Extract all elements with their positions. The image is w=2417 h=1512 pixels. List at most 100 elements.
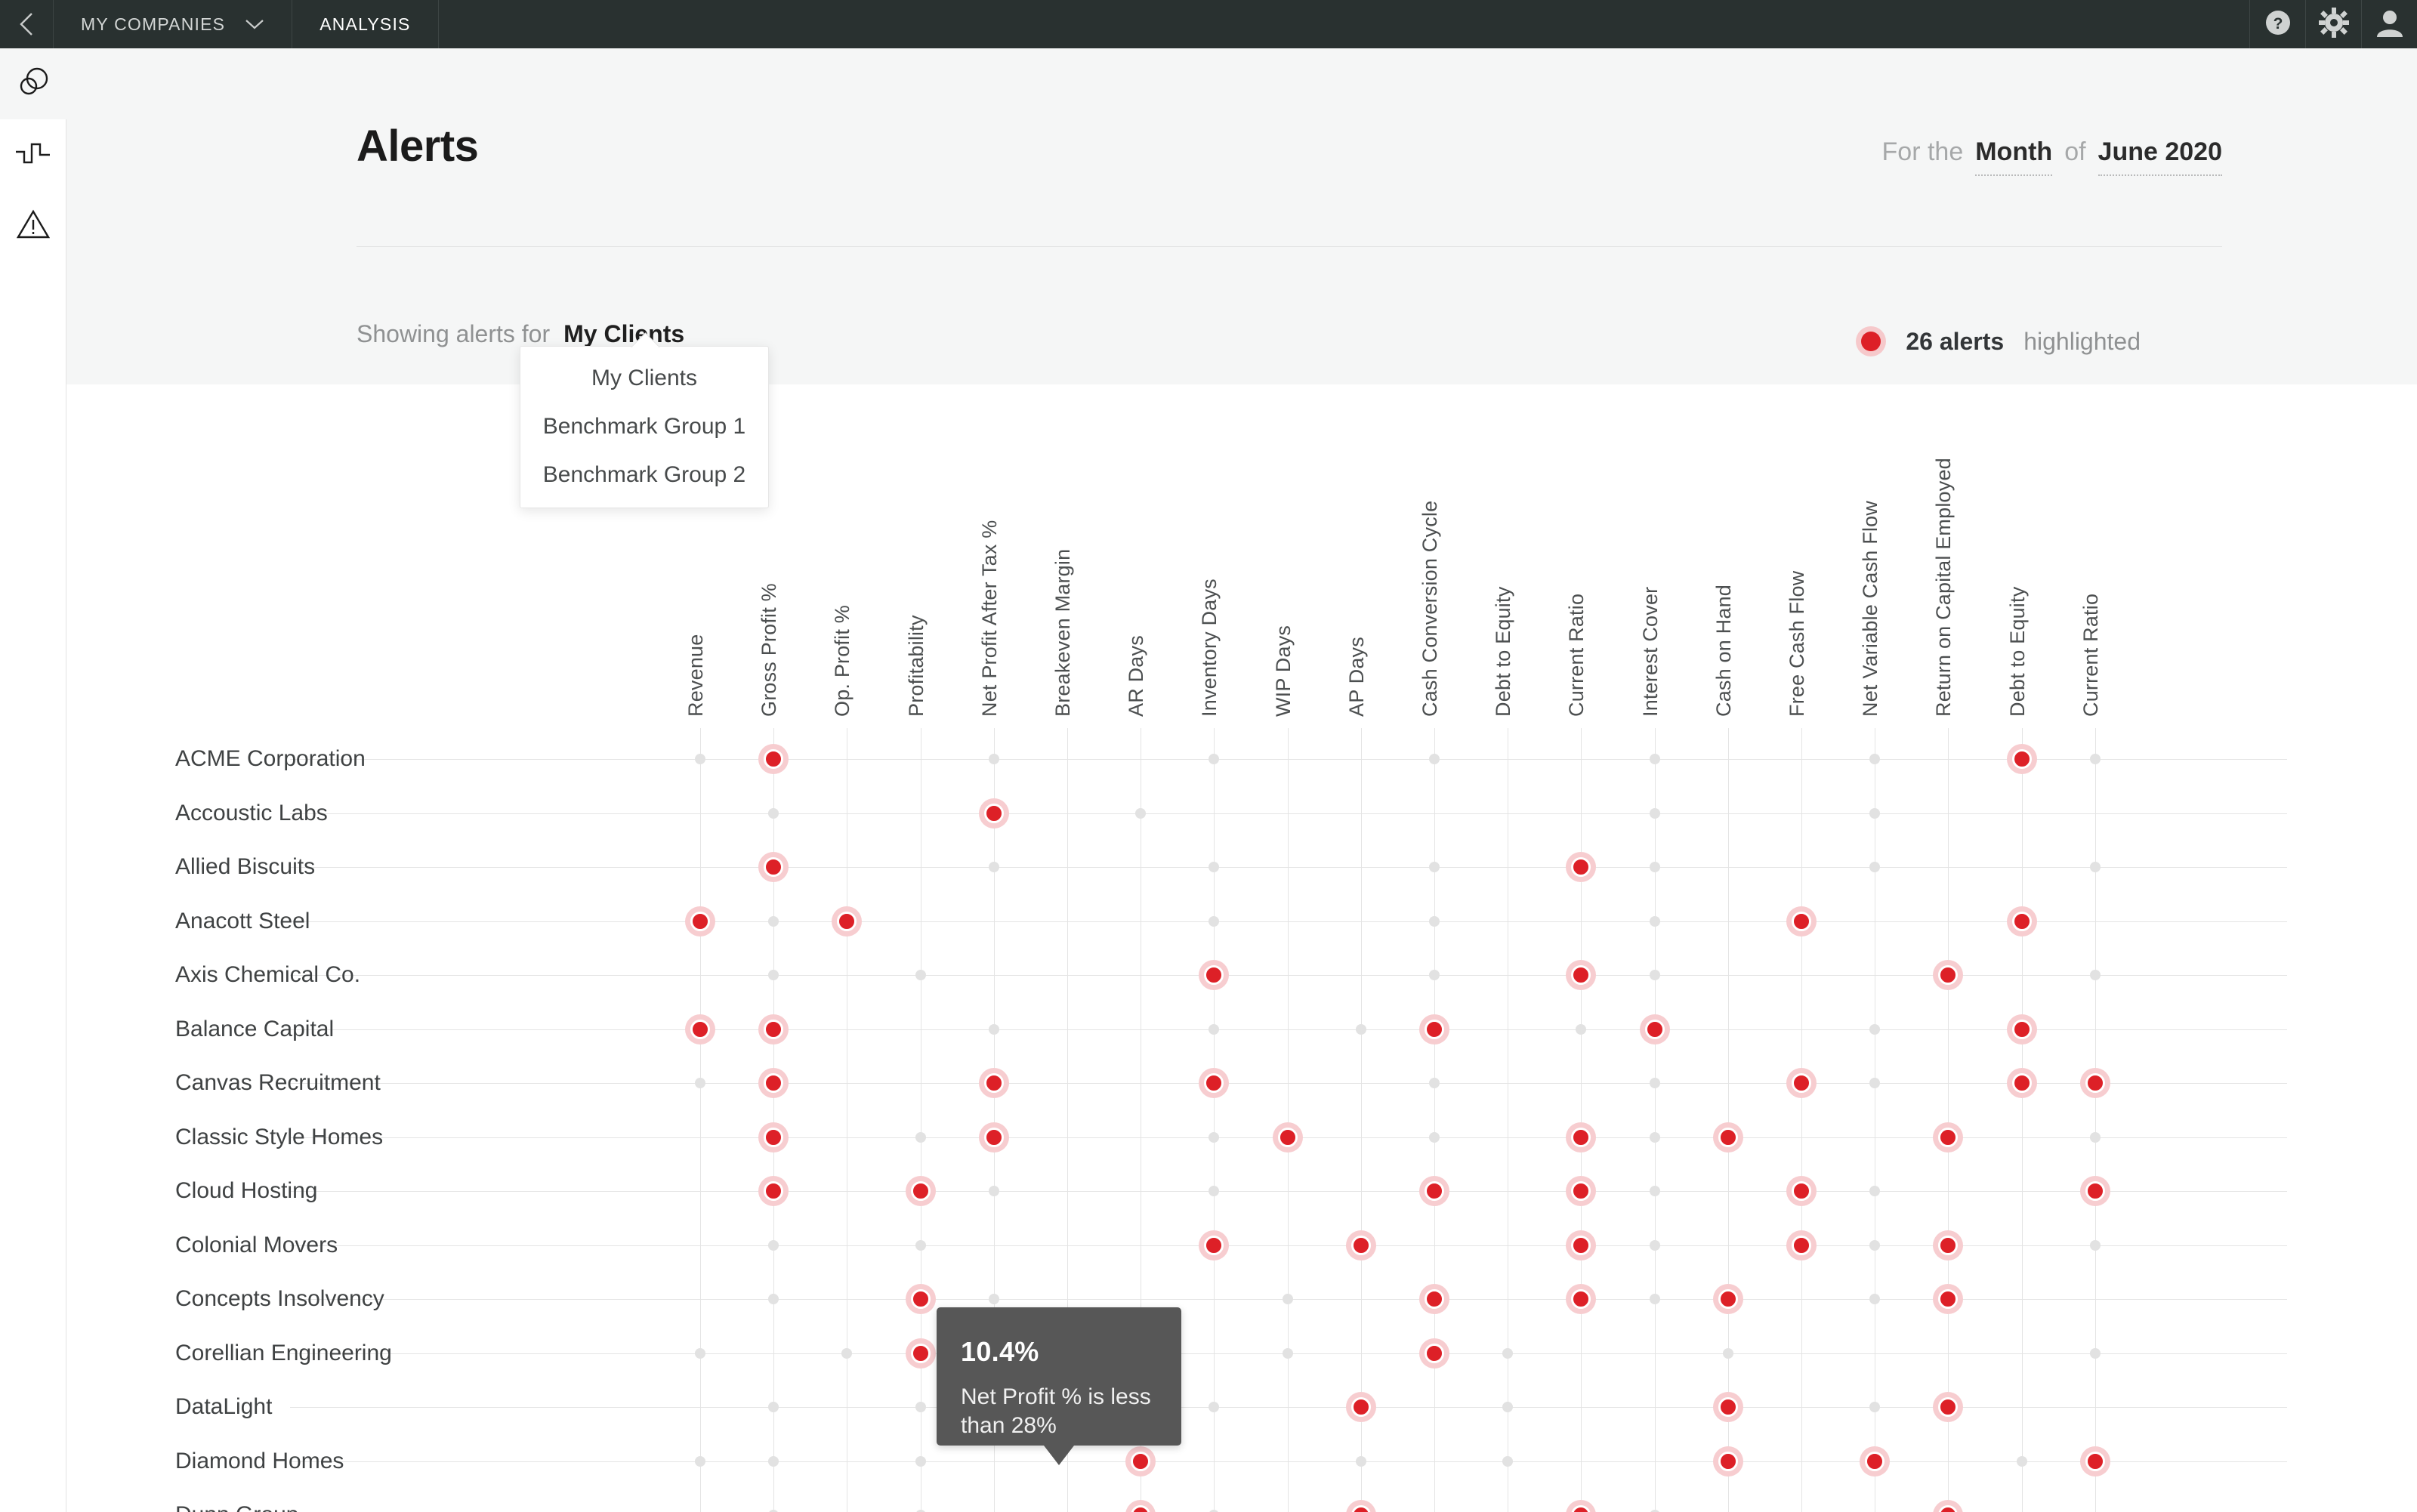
matrix-alert-dot[interactable] [1272,1122,1303,1153]
matrix-alert-dot[interactable] [1712,1392,1743,1422]
matrix-muted-dot[interactable] [1869,1402,1881,1412]
matrix-row-label[interactable]: Concepts Insolvency [175,1286,384,1312]
matrix-muted-dot[interactable] [1502,1347,1514,1359]
matrix-row-label[interactable]: Canvas Recruitment [175,1070,381,1096]
matrix-alert-dot[interactable] [1125,1500,1156,1512]
matrix-alert-dot[interactable] [685,906,715,937]
matrix-alert-dot[interactable] [2006,906,2037,937]
matrix-alert-dot[interactable] [1199,1068,1230,1098]
matrix-row-label[interactable]: Classic Style Homes [175,1125,383,1150]
matrix-muted-dot[interactable] [1429,862,1440,872]
help-button[interactable]: ? [2249,0,2305,48]
nav-item-analysis[interactable]: ANALYSIS [292,0,437,48]
matrix-muted-dot[interactable] [1208,1186,1220,1196]
matrix-muted-dot[interactable] [1649,1078,1660,1088]
matrix-alert-dot[interactable] [758,1014,789,1045]
matrix-muted-dot[interactable] [1355,1023,1366,1035]
matrix-alert-dot[interactable] [1566,1176,1597,1206]
matrix-muted-dot[interactable] [768,970,779,980]
matrix-alert-dot[interactable] [2079,1446,2110,1477]
matrix-muted-dot[interactable] [1429,1131,1440,1143]
matrix-alert-dot[interactable] [832,906,863,937]
nav-item-my-companies[interactable]: MY COMPANIES [53,0,292,48]
matrix-alert-dot[interactable] [2006,744,2037,774]
dropdown-option-my-clients[interactable]: My Clients [520,354,768,403]
chevron-down-icon[interactable] [245,14,264,35]
rail-item-trends[interactable] [0,119,66,190]
matrix-muted-dot[interactable] [1502,1455,1514,1467]
matrix-muted-dot[interactable] [768,1455,779,1467]
matrix-muted-dot[interactable] [1208,915,1220,927]
matrix-alert-dot[interactable] [1933,1500,1964,1512]
matrix-alert-dot[interactable] [1786,1230,1817,1261]
matrix-muted-dot[interactable] [2089,754,2101,764]
matrix-row-label[interactable]: Axis Chemical Co. [175,962,360,988]
matrix-muted-dot[interactable] [1649,1294,1660,1304]
matrix-alert-dot[interactable] [758,1122,789,1153]
matrix-muted-dot[interactable] [695,1455,705,1467]
matrix-alert-dot[interactable] [1933,960,1964,990]
matrix-muted-dot[interactable] [1649,1131,1660,1143]
matrix-muted-dot[interactable] [988,1186,999,1196]
matrix-row-label[interactable]: Corellian Engineering [175,1341,392,1366]
matrix-muted-dot[interactable] [988,1023,999,1035]
matrix-muted-dot[interactable] [915,1239,926,1251]
matrix-muted-dot[interactable] [1649,754,1660,764]
rail-item-alerts[interactable] [0,190,66,261]
matrix-alert-dot[interactable] [1860,1446,1891,1477]
matrix-muted-dot[interactable] [1649,807,1660,819]
matrix-alert-dot[interactable] [2079,1068,2110,1098]
matrix-alert-dot[interactable] [1786,906,1817,937]
matrix-alert-dot[interactable] [758,744,789,774]
matrix-alert-dot[interactable] [2079,1176,2110,1206]
back-button[interactable] [0,0,53,48]
matrix-alert-dot[interactable] [1566,852,1597,882]
matrix-muted-dot[interactable] [1649,970,1660,980]
matrix-muted-dot[interactable] [1869,1239,1881,1251]
matrix-muted-dot[interactable] [1869,1078,1881,1088]
matrix-muted-dot[interactable] [2089,1347,2101,1359]
matrix-alert-dot[interactable] [1125,1446,1156,1477]
matrix-alert-dot[interactable] [2006,1014,2037,1045]
matrix-alert-dot[interactable] [905,1176,936,1206]
matrix-alert-dot[interactable] [905,1284,936,1314]
matrix-muted-dot[interactable] [988,1294,999,1304]
matrix-alert-dot[interactable] [1712,1284,1743,1314]
matrix-alert-dot[interactable] [1419,1284,1449,1314]
matrix-muted-dot[interactable] [988,754,999,764]
matrix-alert-dot[interactable] [1566,1230,1597,1261]
matrix-muted-dot[interactable] [1429,1078,1440,1088]
matrix-muted-dot[interactable] [1649,862,1660,872]
matrix-muted-dot[interactable] [1208,862,1220,872]
matrix-alert-dot[interactable] [758,1068,789,1098]
matrix-muted-dot[interactable] [1649,1239,1660,1251]
matrix-muted-dot[interactable] [1869,1294,1881,1304]
settings-button[interactable] [2305,0,2361,48]
matrix-muted-dot[interactable] [1869,807,1881,819]
matrix-alert-dot[interactable] [1786,1176,1817,1206]
matrix-muted-dot[interactable] [768,1402,779,1412]
matrix-alert-dot[interactable] [685,1014,715,1045]
matrix-muted-dot[interactable] [1429,754,1440,764]
matrix-muted-dot[interactable] [841,1347,853,1359]
matrix-muted-dot[interactable] [1208,754,1220,764]
matrix-muted-dot[interactable] [768,915,779,927]
matrix-row-label[interactable]: Accoustic Labs [175,801,328,826]
matrix-muted-dot[interactable] [1282,1294,1293,1304]
matrix-muted-dot[interactable] [915,1131,926,1143]
matrix-alert-dot[interactable] [1566,1284,1597,1314]
matrix-muted-dot[interactable] [2089,1239,2101,1251]
dropdown-option-benchmark-group-1[interactable]: Benchmark Group 1 [520,403,768,451]
matrix-alert-dot[interactable] [1566,1122,1597,1153]
matrix-alert-dot[interactable] [1345,1392,1376,1422]
matrix-muted-dot[interactable] [695,1078,705,1088]
matrix-alert-dot[interactable] [978,1068,1009,1098]
matrix-alert-dot[interactable] [2006,1068,2037,1098]
matrix-alert-dot[interactable] [1419,1176,1449,1206]
matrix-muted-dot[interactable] [695,1347,705,1359]
matrix-muted-dot[interactable] [1722,1347,1733,1359]
matrix-row-label[interactable]: Allied Biscuits [175,854,315,880]
matrix-row-label[interactable]: Colonial Movers [175,1233,338,1258]
matrix-alert-dot[interactable] [758,852,789,882]
matrix-row-label[interactable]: Diamond Homes [175,1449,344,1474]
